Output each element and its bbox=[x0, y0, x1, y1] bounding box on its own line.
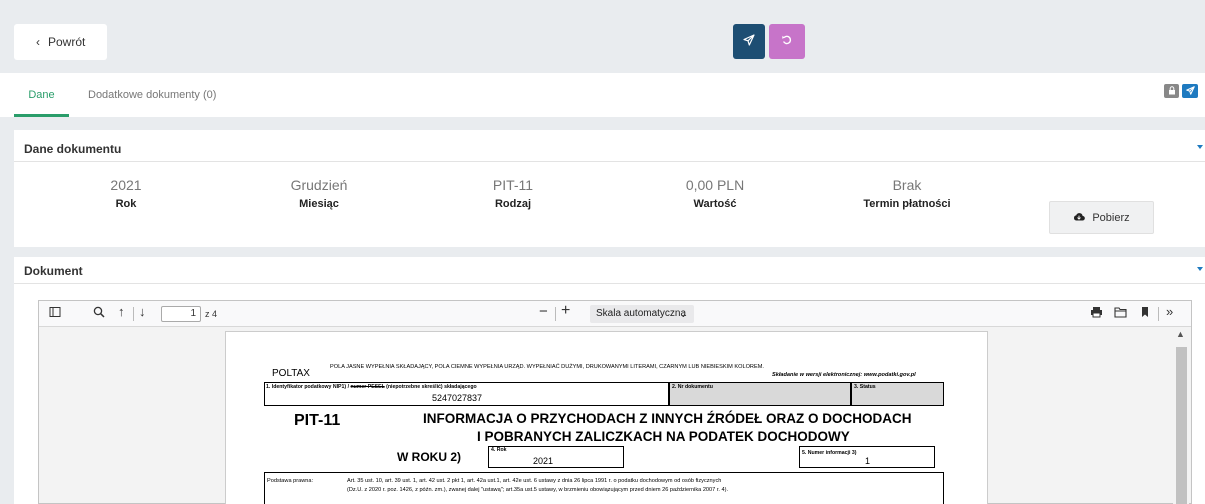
back-button[interactable]: ‹ Powrót bbox=[14, 24, 107, 60]
page-total: z 4 bbox=[205, 309, 218, 319]
send-button[interactable] bbox=[733, 24, 765, 59]
pdf-legal-line2: (Dz.U. z 2020 r. poz. 1426, z późn. zm.)… bbox=[347, 487, 729, 493]
field-label: Rok bbox=[115, 198, 137, 210]
previous-page-icon[interactable]: ↑ bbox=[118, 304, 125, 319]
undo-icon bbox=[781, 34, 793, 49]
tab-dane[interactable]: Dane bbox=[14, 73, 69, 117]
pdf-field-1-label: 1. Identyfikator podatkowy NIP1) / numer… bbox=[266, 384, 477, 390]
zoom-select[interactable]: Skala automatyczna ⌄ bbox=[590, 305, 694, 323]
field-value: Brak bbox=[892, 177, 922, 193]
open-file-icon[interactable] bbox=[1114, 306, 1127, 321]
field-rodzaj: PIT-11 Rodzaj bbox=[443, 177, 583, 210]
field-wartosc: 0,00 PLN Wartość bbox=[645, 177, 785, 210]
pdf-heading-line1: INFORMACJA O PRZYCHODACH Z INNYCH ŹRÓDEŁ… bbox=[423, 411, 912, 426]
page-number-input[interactable]: 1 bbox=[161, 306, 201, 322]
divider bbox=[555, 307, 556, 321]
zoom-out-icon[interactable]: − bbox=[539, 303, 548, 320]
pdf-instructions: POLA JASNE WYPEŁNIA SKŁADAJĄCY, POLA CIE… bbox=[330, 364, 764, 370]
pdf-field-4-label: 4. Rok bbox=[491, 447, 507, 453]
field-label: Miesiąc bbox=[299, 198, 339, 210]
pdf-field-3-label: 3. Status bbox=[854, 384, 876, 390]
collapse-chevron-icon[interactable] bbox=[1197, 145, 1203, 149]
download-button-label: Pobierz bbox=[1092, 211, 1130, 224]
field-value: PIT-11 bbox=[492, 177, 534, 193]
scroll-up-icon[interactable]: ▲ bbox=[1176, 329, 1185, 339]
sidebar-toggle-icon[interactable] bbox=[49, 306, 61, 321]
divider bbox=[1158, 307, 1159, 321]
field-value: 2021 bbox=[110, 177, 142, 193]
lock-icon bbox=[1168, 84, 1176, 98]
pdf-form-code: PIT-11 bbox=[294, 412, 341, 429]
divider bbox=[133, 307, 134, 321]
tabs-bar: Dane Dodatkowe dokumenty (0) bbox=[0, 73, 1205, 117]
paper-plane-icon bbox=[743, 34, 755, 49]
field-value: Grudzień bbox=[290, 177, 348, 193]
paper-plane-icon bbox=[1185, 84, 1195, 98]
pdf-toolbar: ↑ ↓ 1 z 4 − + Skala automatyczna ⌄ » bbox=[39, 301, 1191, 327]
back-button-label: Powrót bbox=[48, 35, 86, 49]
document-title: Dokument bbox=[24, 264, 83, 278]
pdf-legal-line1: Art. 35 ust. 10, art. 39 ust. 1, art. 42… bbox=[347, 478, 722, 484]
zoom-in-icon[interactable]: + bbox=[561, 302, 570, 320]
field-rok: 2021 Rok bbox=[56, 177, 196, 210]
pdf-year-label: W ROKU 2) bbox=[397, 450, 461, 464]
scrollbar-thumb[interactable] bbox=[1176, 347, 1187, 504]
chevron-down-icon: ⌄ bbox=[679, 309, 687, 319]
bookmark-icon[interactable] bbox=[1141, 306, 1149, 321]
pdf-legal-label: Podstawa prawna: bbox=[267, 478, 314, 484]
divider bbox=[14, 283, 1205, 284]
pdf-field-2-label: 2. Nr dokumentu bbox=[672, 384, 713, 390]
pdf-viewer: ↑ ↓ 1 z 4 − + Skala automatyczna ⌄ » ▲ P… bbox=[38, 300, 1192, 504]
pdf-field-4 bbox=[488, 446, 624, 468]
pdf-electronic-note: Składanie w wersji elektronicznej: www.p… bbox=[772, 372, 916, 378]
chevron-left-icon: ‹ bbox=[36, 35, 40, 49]
pdf-field-1-value: 5247027837 bbox=[432, 393, 483, 403]
cloud-download-icon bbox=[1073, 212, 1086, 224]
pdf-brand: POLTAX bbox=[272, 368, 310, 379]
tab-dodatkowe-dokumenty[interactable]: Dodatkowe dokumenty (0) bbox=[88, 73, 216, 117]
download-button[interactable]: Pobierz bbox=[1049, 201, 1154, 234]
undo-button[interactable] bbox=[769, 24, 805, 59]
field-label: Termin płatności bbox=[863, 198, 951, 210]
tab-send-button[interactable] bbox=[1182, 84, 1198, 98]
pdf-field-5-label: 5. Numer informacji 3) bbox=[802, 450, 857, 456]
more-tools-icon[interactable]: » bbox=[1166, 304, 1173, 319]
search-icon[interactable] bbox=[93, 306, 105, 321]
lock-button[interactable] bbox=[1164, 84, 1179, 98]
field-label: Wartość bbox=[693, 198, 737, 210]
zoom-select-value: Skala automatyczna bbox=[596, 308, 687, 319]
field-value: 0,00 PLN bbox=[685, 177, 745, 193]
collapse-chevron-icon[interactable] bbox=[1197, 267, 1203, 271]
document-details-title: Dane dokumentu bbox=[24, 142, 122, 156]
field-miesiac: Grudzień Miesiąc bbox=[249, 177, 389, 210]
pdf-scrollbar[interactable]: ▲ bbox=[1173, 327, 1189, 504]
next-page-icon[interactable]: ↓ bbox=[139, 304, 146, 319]
top-bar: ‹ Powrót bbox=[0, 0, 1205, 72]
pdf-heading-line2: I POBRANYCH ZALICZKACH NA PODATEK DOCHOD… bbox=[477, 429, 850, 444]
pdf-field-4-value: 2021 bbox=[533, 456, 554, 466]
pdf-page: POLTAX POLA JASNE WYPEŁNIA SKŁADAJĄCY, P… bbox=[225, 331, 988, 504]
field-label: Rodzaj bbox=[494, 198, 532, 210]
print-icon[interactable] bbox=[1090, 306, 1103, 321]
divider bbox=[14, 161, 1205, 162]
field-termin-platnosci: Brak Termin płatności bbox=[837, 177, 977, 210]
pdf-field-5-value: 1 bbox=[865, 456, 871, 466]
